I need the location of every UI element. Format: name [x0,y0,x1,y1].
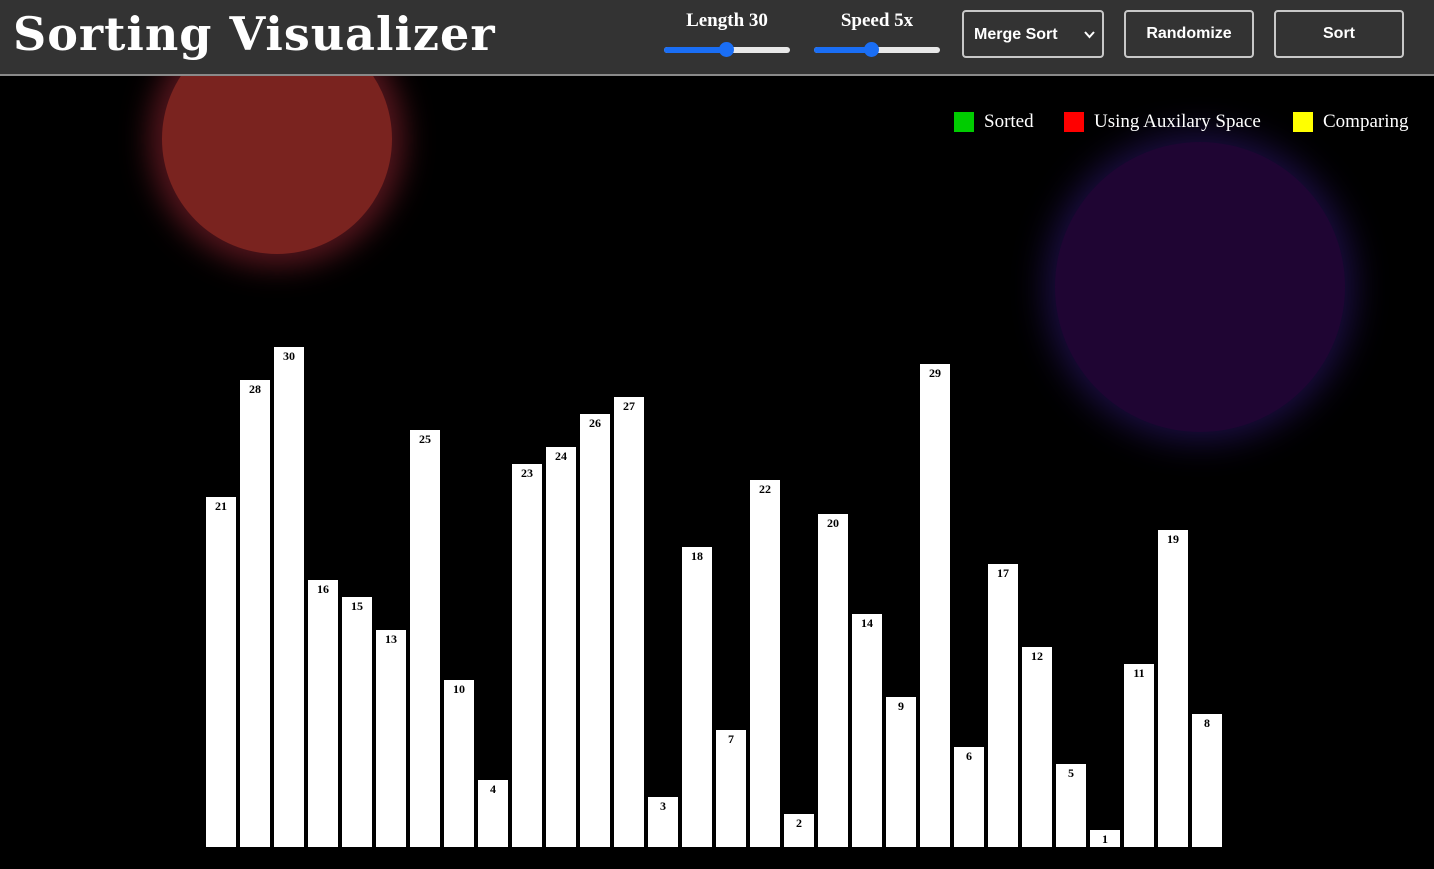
array-bar: 3 [648,797,678,847]
length-slider-fill [664,47,727,53]
speed-slider-thumb[interactable] [863,42,879,57]
array-bar: 29 [920,364,950,847]
array-bar-value: 1 [1102,832,1108,846]
array-bar-value: 4 [490,782,496,796]
legend-label-auxiliary-space: Using Auxilary Space [1094,111,1261,132]
array-bar: 2 [784,814,814,847]
array-bar: 25 [410,430,440,847]
array-bar-value: 14 [861,616,873,630]
array-bar: 1 [1090,830,1120,847]
array-bar-value: 15 [351,599,363,613]
array-bar: 22 [750,480,780,847]
array-bar-value: 3 [660,799,666,813]
algorithm-selected-label: Merge Sort [974,26,1058,43]
speed-control: Speed 5x [812,8,942,62]
array-bar: 18 [682,547,712,847]
array-bar-value: 18 [691,549,703,563]
legend-swatch-auxiliary-space [1064,112,1084,132]
chevron-down-icon [1084,31,1095,39]
array-bar: 21 [206,497,236,847]
array-bar-value: 13 [385,632,397,646]
array-bar-value: 5 [1068,766,1074,780]
array-bar: 23 [512,464,542,847]
array-bar: 28 [240,380,270,847]
array-bar-value: 21 [215,499,227,513]
array-bar: 4 [478,780,508,847]
length-control: Length 30 [662,8,792,62]
array-bar: 7 [716,730,746,847]
array-bar: 19 [1158,530,1188,847]
header-bar: Sorting Visualizer Length 30 Speed 5x Me… [0,0,1434,76]
array-bar: 15 [342,597,372,847]
array-bar-value: 30 [283,349,295,363]
array-bar-value: 20 [827,516,839,530]
array-bar: 6 [954,747,984,847]
legend-label-sorted: Sorted [984,111,1034,132]
speed-label: Speed 5x [840,10,914,31]
array-bar: 13 [376,630,406,847]
array-bar-value: 7 [728,732,734,746]
array-bar: 5 [1056,764,1086,847]
array-bar-value: 17 [997,566,1009,580]
legend-swatch-comparing [1293,112,1313,132]
sort-button[interactable]: Sort [1274,10,1404,58]
array-bar-value: 6 [966,749,972,763]
array-bar-value: 29 [929,366,941,380]
array-bar-value: 12 [1031,649,1043,663]
array-bar: 26 [580,414,610,847]
array-bar: 9 [886,697,916,847]
array-bar-value: 26 [589,416,601,430]
array-bar: 16 [308,580,338,847]
array-bar-value: 8 [1204,716,1210,730]
array-bar-value: 2 [796,816,802,830]
array-bar-value: 22 [759,482,771,496]
array-bar-value: 24 [555,449,567,463]
array-bar-value: 11 [1133,666,1145,680]
array-bar-value: 19 [1167,532,1179,546]
app-title: Sorting Visualizer [13,7,496,61]
array-bar: 24 [546,447,576,847]
array-bar: 10 [444,680,474,847]
array-bar-value: 16 [317,582,329,596]
legend-label-comparing: Comparing [1323,111,1409,132]
array-bar-value: 27 [623,399,635,413]
array-bar: 12 [1022,647,1052,847]
array-bar: 8 [1192,714,1222,847]
array-bar-value: 9 [898,699,904,713]
array-bar-value: 28 [249,382,261,396]
length-slider-thumb[interactable] [719,42,734,57]
array-bar: 20 [818,514,848,847]
length-label: Length 30 [686,10,768,31]
array-bar-value: 10 [453,682,465,696]
array-bar: 30 [274,347,304,847]
array-bar: 27 [614,397,644,847]
randomize-button[interactable]: Randomize [1124,10,1254,58]
speed-slider[interactable] [814,42,940,57]
array-bar: 11 [1124,664,1154,847]
array-bar: 17 [988,564,1018,847]
algorithm-select[interactable]: Merge Sort [962,10,1104,58]
array-bar-value: 23 [521,466,533,480]
array-bar-value: 25 [419,432,431,446]
array-bar: 14 [852,614,882,847]
length-slider[interactable] [664,42,790,57]
legend-swatch-sorted [954,112,974,132]
